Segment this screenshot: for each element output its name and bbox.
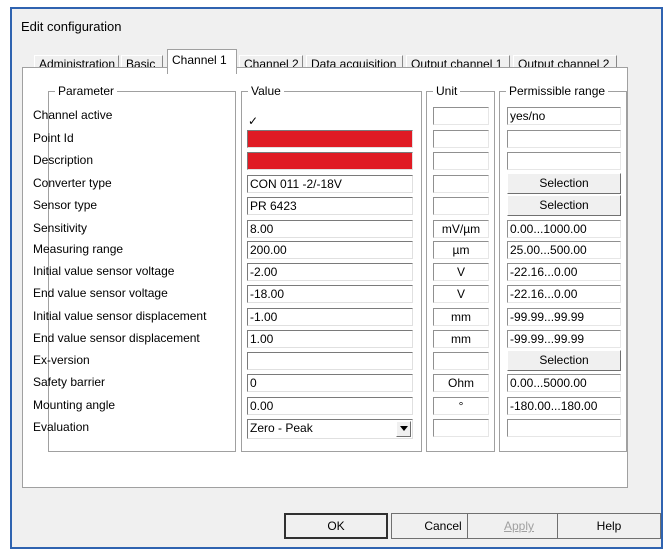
param-label: Ex-version bbox=[33, 353, 90, 367]
param-label: Point Id bbox=[33, 131, 74, 145]
converter-selection-button[interactable]: Selection bbox=[507, 173, 621, 194]
unit-cell bbox=[433, 152, 489, 170]
range-cell: 0.00...5000.00 bbox=[507, 374, 621, 392]
unit-cell: V bbox=[433, 263, 489, 281]
evaluation-selected-value: Zero - Peak bbox=[250, 421, 313, 435]
unit-cell: mm bbox=[433, 330, 489, 348]
sensor-selection-button[interactable]: Selection bbox=[507, 195, 621, 216]
range-cell bbox=[507, 130, 621, 148]
param-label: Converter type bbox=[33, 176, 112, 190]
unit-cell bbox=[433, 197, 489, 215]
range-cell: yes/no bbox=[507, 107, 621, 125]
unit-cell: ° bbox=[433, 397, 489, 415]
sensitivity-field[interactable]: 8.00 bbox=[247, 220, 413, 238]
unit-cell: Ohm bbox=[433, 374, 489, 392]
unit-header: Unit bbox=[433, 84, 461, 98]
param-label: Mounting angle bbox=[33, 398, 116, 412]
point-id-field[interactable] bbox=[247, 130, 413, 148]
unit-cell: mV/µm bbox=[433, 220, 489, 238]
unit-cell bbox=[433, 107, 489, 125]
param-label: End value sensor voltage bbox=[33, 286, 168, 300]
range-cell: -99.99...99.99 bbox=[507, 330, 621, 348]
range-cell: 0.00...1000.00 bbox=[507, 220, 621, 238]
measuring-range-field[interactable]: 200.00 bbox=[247, 241, 413, 259]
param-label: End value sensor displacement bbox=[33, 331, 200, 345]
param-label: Sensitivity bbox=[33, 221, 88, 235]
parameter-header: Parameter bbox=[55, 84, 118, 98]
range-cell bbox=[507, 419, 621, 437]
channel-active-checkbox[interactable]: ✓ bbox=[248, 115, 260, 127]
apply-button[interactable]: Apply bbox=[467, 513, 571, 539]
value-header: Value bbox=[248, 84, 284, 98]
evaluation-select[interactable]: Zero - Peak bbox=[247, 419, 413, 439]
safety-barrier-field[interactable]: 0 bbox=[247, 374, 413, 392]
range-cell: -99.99...99.99 bbox=[507, 308, 621, 326]
end-displacement-field[interactable]: 1.00 bbox=[247, 330, 413, 348]
range-header: Permissible range bbox=[506, 84, 609, 98]
initial-voltage-field[interactable]: -2.00 bbox=[247, 263, 413, 281]
param-label: Evaluation bbox=[33, 420, 90, 434]
range-cell bbox=[507, 152, 621, 170]
ex-version-selection-button[interactable]: Selection bbox=[507, 350, 621, 371]
unit-cell bbox=[433, 130, 489, 148]
window-title: Edit configuration bbox=[21, 19, 122, 34]
param-label: Initial value sensor displacement bbox=[33, 309, 207, 323]
converter-type-field[interactable]: CON 011 -2/-18V bbox=[247, 175, 413, 193]
end-voltage-field[interactable]: -18.00 bbox=[247, 285, 413, 303]
help-button[interactable]: Help bbox=[557, 513, 661, 539]
param-label: Initial value sensor voltage bbox=[33, 264, 175, 278]
range-cell: -180.00...180.00 bbox=[507, 397, 621, 415]
tab-channel-1[interactable]: Channel 1 bbox=[167, 49, 237, 74]
ex-version-field[interactable] bbox=[247, 352, 413, 370]
sensor-type-field[interactable]: PR 6423 bbox=[247, 197, 413, 215]
chevron-down-icon[interactable] bbox=[396, 421, 411, 437]
unit-cell: mm bbox=[433, 308, 489, 326]
param-label: Channel active bbox=[33, 108, 113, 122]
unit-cell bbox=[433, 352, 489, 370]
param-label: Sensor type bbox=[33, 198, 98, 212]
range-cell: -22.16...0.00 bbox=[507, 285, 621, 303]
param-label: Description bbox=[33, 153, 94, 167]
unit-cell bbox=[433, 175, 489, 193]
title-bar[interactable]: Edit configuration bbox=[12, 9, 661, 43]
unit-cell bbox=[433, 419, 489, 437]
param-label: Measuring range bbox=[33, 242, 124, 256]
mounting-angle-field[interactable]: 0.00 bbox=[247, 397, 413, 415]
description-field[interactable] bbox=[247, 152, 413, 170]
range-cell: -22.16...0.00 bbox=[507, 263, 621, 281]
initial-displacement-field[interactable]: -1.00 bbox=[247, 308, 413, 326]
unit-cell: µm bbox=[433, 241, 489, 259]
ok-button[interactable]: OK bbox=[284, 513, 388, 539]
unit-cell: V bbox=[433, 285, 489, 303]
param-label: Safety barrier bbox=[33, 375, 106, 389]
range-cell: 25.00...500.00 bbox=[507, 241, 621, 259]
